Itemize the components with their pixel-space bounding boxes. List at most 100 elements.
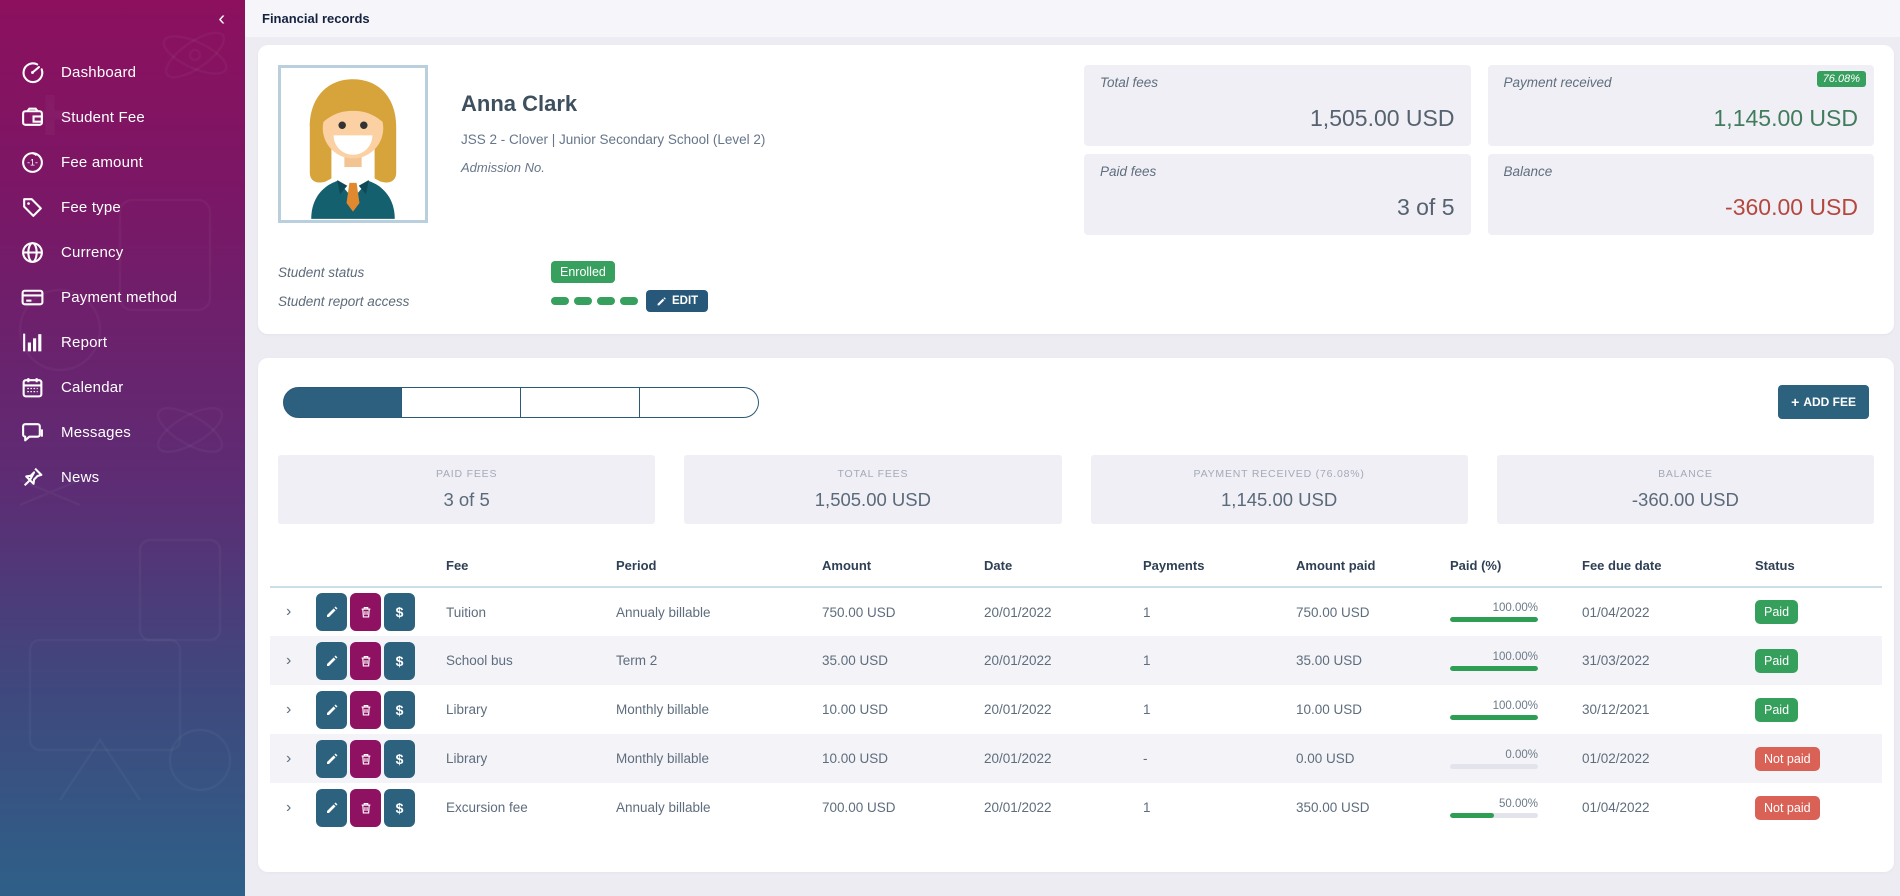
card-icon [20,285,45,310]
summary-box-value: 3 of 5 [443,489,489,511]
sidebar-item-fee-amount[interactable]: Fee amount [0,140,245,185]
sidebar-item-label: Messages [61,424,131,441]
edit-fee-button[interactable] [316,642,347,680]
avatar-illustration [281,68,425,220]
payments-cell: 1 [1137,587,1290,636]
dollar-icon: $ [396,800,404,816]
edit-fee-button[interactable] [316,740,347,778]
fees-table-body: $ Tuition Annualy billable 750.00 USD 20… [270,587,1882,832]
pencil-icon [325,752,339,766]
period-cell: Monthly billable [610,734,816,783]
pay-fee-button[interactable]: $ [384,789,415,827]
expander-cell [270,783,310,832]
pay-fee-button[interactable]: $ [384,691,415,729]
report-access-badge [551,297,569,305]
sidebar-item-fee-type[interactable]: Fee type [0,185,245,230]
delete-fee-button[interactable] [350,789,381,827]
table-row: $ School bus Term 2 35.00 USD 20/01/2022… [270,636,1882,685]
avatar [278,65,428,223]
report-access-badge [597,297,615,305]
paid-fees-box: Paid fees 3 of 5 [1084,154,1471,235]
actions-cell: $ [310,685,440,734]
edit-fee-button[interactable] [316,691,347,729]
fee-due-date-cell: 01/02/2022 [1576,734,1749,783]
pay-fee-button[interactable]: $ [384,642,415,680]
amount-paid-cell: 350.00 USD [1290,783,1444,832]
paid-fees-label: Paid fees [1100,164,1455,179]
expand-row-button[interactable] [276,603,291,621]
fee-cell: School bus [440,636,610,685]
content: Anna Clark JSS 2 - Clover | Junior Secon… [245,37,1900,896]
sidebar-item-messages[interactable]: Messages [0,410,245,455]
table-row: $ Excursion fee Annualy billable 700.00 … [270,783,1882,832]
tab-monthly[interactable] [521,387,640,418]
table-row: $ Library Monthly billable 10.00 USD 20/… [270,685,1882,734]
fees-toolbar: ADD FEE [258,385,1894,419]
student-profile-card: Anna Clark JSS 2 - Clover | Junior Secon… [258,45,1894,334]
status-badge: Paid [1755,649,1798,673]
status-cell: Not paid [1749,734,1882,783]
delete-fee-button[interactable] [350,642,381,680]
sidebar-item-payment-method[interactable]: Payment method [0,275,245,320]
payments-cell: - [1137,734,1290,783]
app-root: ‹ Dashboard Student Fee Fee amount Fee t… [0,0,1900,896]
paid-percent-cell: 100.00% [1444,636,1576,685]
trash-icon [359,654,373,668]
summary-box-label: TOTAL FEES [837,468,908,480]
delete-fee-button[interactable] [350,691,381,729]
sidebar-collapse-button[interactable]: ‹ [218,8,225,30]
add-fee-label: ADD FEE [1803,395,1856,409]
expand-row-button[interactable] [276,799,291,817]
status-cell: Paid [1749,587,1882,636]
sidebar-item-news[interactable]: News [0,455,245,500]
edit-report-access-button[interactable]: EDIT [646,290,708,312]
status-badge: Paid [1755,698,1798,722]
trash-icon [359,801,373,815]
edit-fee-button[interactable] [316,593,347,631]
calendar-icon [20,375,45,400]
paid-progress-bar [1450,813,1538,818]
sidebar-item-calendar[interactable]: Calendar [0,365,245,410]
pay-fee-button[interactable]: $ [384,593,415,631]
expand-row-button[interactable] [276,652,291,670]
expander-cell [270,587,310,636]
tab-annualy[interactable] [640,387,759,418]
payment-received-label: Payment received [1504,75,1859,90]
sidebar-item-student-fee[interactable]: Student Fee [0,95,245,140]
period-cell: Annualy billable [610,783,816,832]
expand-row-button[interactable] [276,701,291,719]
tab-all[interactable] [283,387,402,418]
edit-fee-button[interactable] [316,789,347,827]
wallet-icon [20,105,45,130]
summary-box-label: PAID FEES [436,468,497,480]
sidebar-item-currency[interactable]: Currency [0,230,245,275]
pay-fee-button[interactable]: $ [384,740,415,778]
add-fee-button[interactable]: ADD FEE [1778,385,1869,419]
tab-term-2[interactable] [402,387,521,418]
sidebar-item-label: Dashboard [61,64,136,81]
expand-row-button[interactable] [276,750,291,768]
amount-cell: 750.00 USD [816,587,978,636]
paid-percent-text: 100.00% [1450,602,1538,614]
delete-fee-button[interactable] [350,740,381,778]
status-cell: Paid [1749,685,1882,734]
fee-cell: Library [440,734,610,783]
payments-cell: 1 [1137,685,1290,734]
trash-icon [359,605,373,619]
dashboard-icon [20,60,45,85]
sidebar-item-dashboard[interactable]: Dashboard [0,50,245,95]
sidebar-item-report[interactable]: Report [0,320,245,365]
trash-icon [359,703,373,717]
fees-card: ADD FEE PAID FEES 3 of 5 TOTAL FEES 1,50… [258,358,1894,872]
delete-fee-button[interactable] [350,593,381,631]
expander-cell [270,734,310,783]
profile-top: Anna Clark JSS 2 - Clover | Junior Secon… [278,65,1874,235]
paid-percent-cell: 0.00% [1444,734,1576,783]
chart-icon [20,330,45,355]
fee-due-date-cell: 31/03/2022 [1576,636,1749,685]
summary-box-balance: BALANCE -360.00 USD [1497,455,1874,524]
fees-table-head: FeePeriodAmountDatePaymentsAmount paidPa… [270,554,1882,587]
payments-cell: 1 [1137,783,1290,832]
fees-table: FeePeriodAmountDatePaymentsAmount paidPa… [270,554,1882,832]
status-badge: Paid [1755,600,1798,624]
